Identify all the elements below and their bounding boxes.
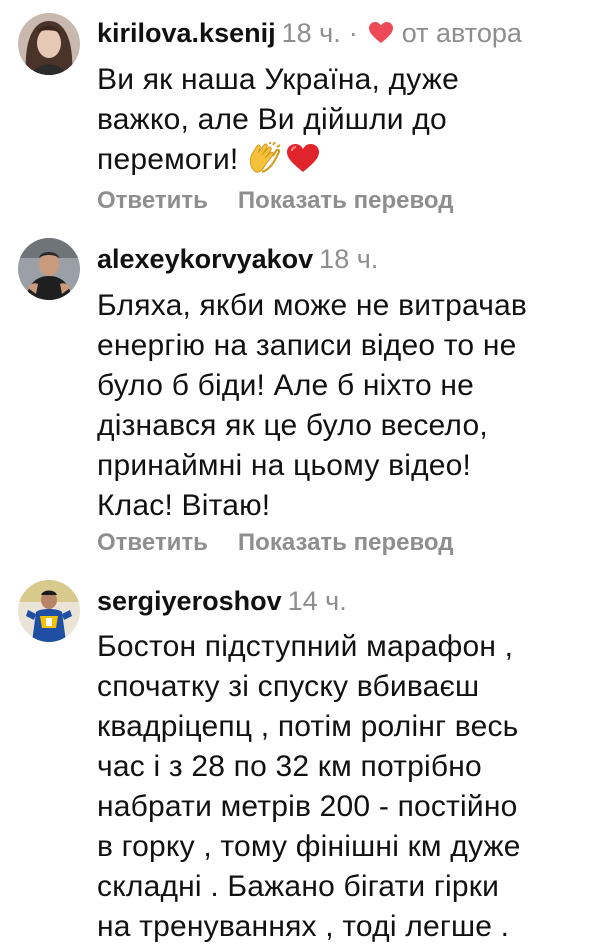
comment-text: Бостон підступний марафон , спочатку зі … xyxy=(97,627,587,947)
username[interactable]: sergiyeroshov xyxy=(97,586,282,616)
comment-header: kirilova.ksenij 18 ч. · от автора xyxy=(97,16,522,50)
comment-time: 14 ч. xyxy=(287,586,347,616)
username[interactable]: alexeykorvyakov xyxy=(97,244,313,274)
comment-text-content: Бляха, якби може не витрачав енергію на … xyxy=(97,289,528,522)
clapping-hands-emoji xyxy=(246,141,282,174)
show-translation-button[interactable]: Показать перевод xyxy=(238,187,454,214)
comment-time: 18 ч. xyxy=(281,18,341,48)
avatar[interactable] xyxy=(18,238,80,300)
username[interactable]: kirilova.ksenij xyxy=(97,18,276,48)
comment-text: Бляха, якби може не витрачав енергію на … xyxy=(97,286,587,526)
avatar[interactable] xyxy=(18,580,80,642)
reply-button[interactable]: Ответить xyxy=(97,529,208,556)
comment-text: Ви як наша Україна, дуже важко, але Ви д… xyxy=(97,60,587,180)
reply-button[interactable]: Ответить xyxy=(97,187,208,214)
comment-text-content: Бостон підступний марафон , спочатку зі … xyxy=(97,630,521,943)
comment-header: sergiyeroshov 14 ч. xyxy=(97,584,347,618)
heart-icon xyxy=(368,19,394,43)
liked-by-author-label: от автора xyxy=(401,18,522,48)
comment-actions: Ответить Показать перевод xyxy=(97,528,453,558)
red-heart-emoji xyxy=(286,143,320,173)
comment-time: 18 ч. xyxy=(319,244,379,274)
show-translation-button[interactable]: Показать перевод xyxy=(238,529,454,556)
separator-dot: · xyxy=(348,18,358,48)
avatar[interactable] xyxy=(18,13,80,75)
comment-actions: Ответить Показать перевод xyxy=(97,186,453,216)
comment-header: alexeykorvyakov 18 ч. xyxy=(97,242,378,276)
